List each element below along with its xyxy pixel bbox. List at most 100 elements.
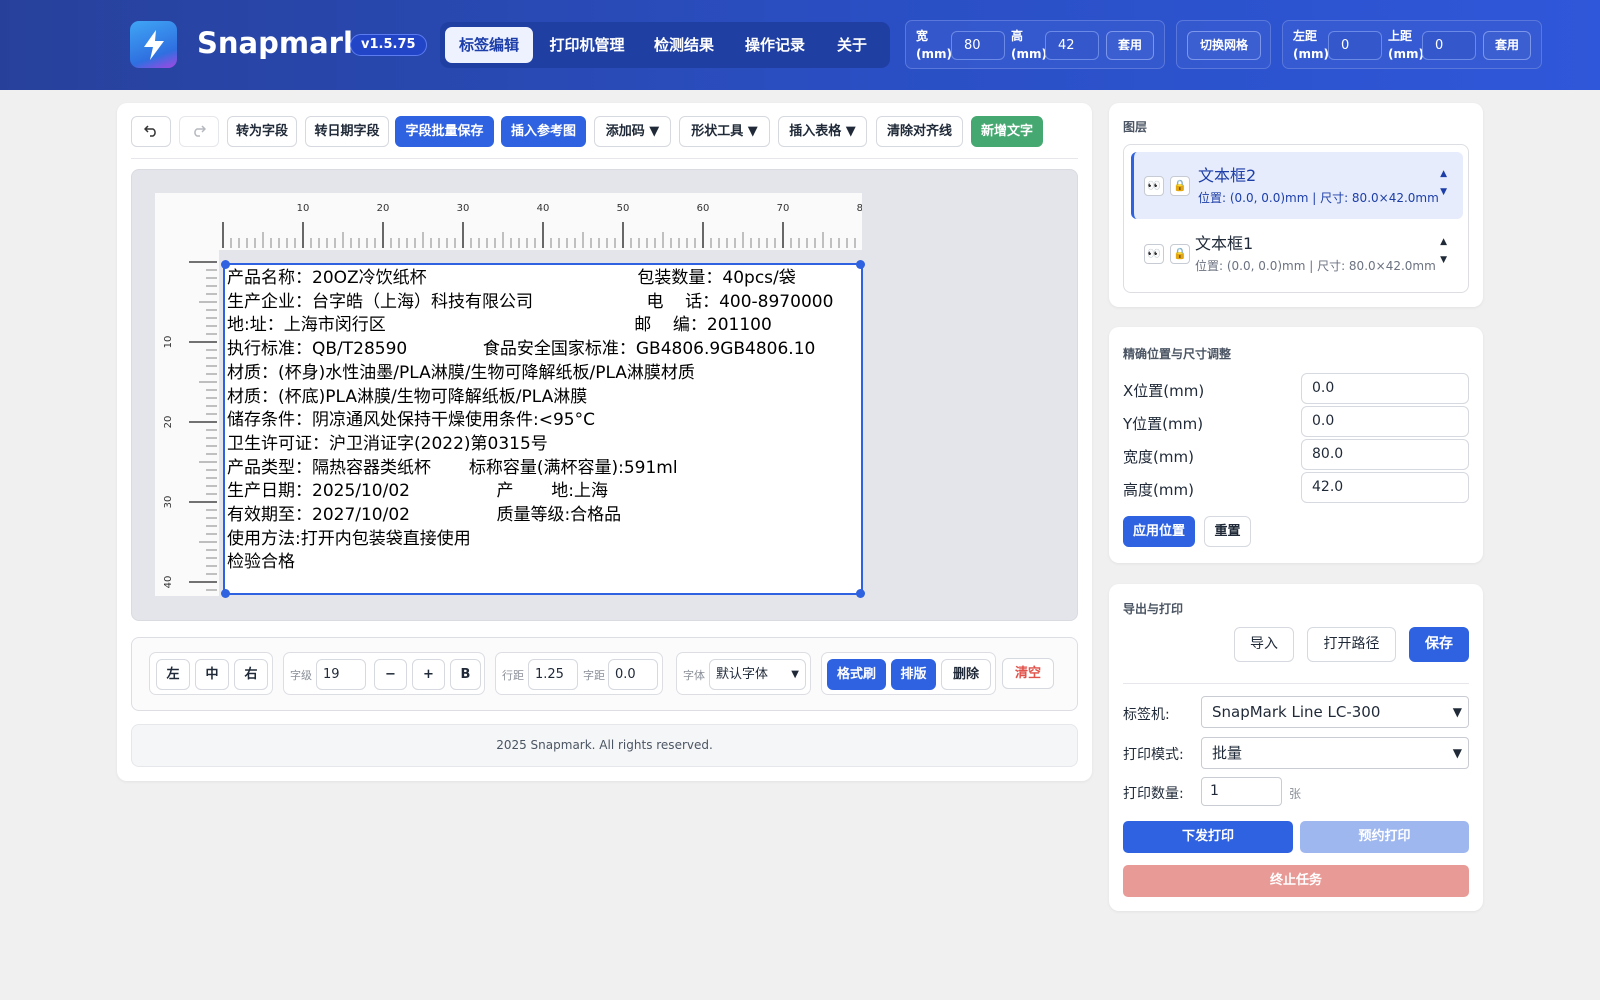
batch-save-fields-button[interactable]: 字段批量保存 [395, 116, 494, 147]
visibility-eye-icon[interactable]: 👀 [1144, 176, 1164, 196]
y-position-label: Y位置(mm) [1123, 415, 1204, 433]
left-margin-label: 左距 [1293, 29, 1318, 43]
toolbar-divider [131, 158, 1078, 159]
undo-icon [143, 125, 156, 137]
resize-handle-bottom-left[interactable] [221, 589, 230, 598]
convert-to-field-button[interactable]: 转为字段 [227, 116, 297, 147]
y-position-input[interactable]: 0.0 [1301, 406, 1469, 437]
tab-operation-log[interactable]: 操作记录 [731, 27, 819, 63]
top-margin-unit: (mm) [1388, 47, 1424, 61]
redo-button[interactable] [179, 116, 219, 147]
align-left-button[interactable]: 左 [156, 659, 190, 690]
shape-tool-dropdown[interactable]: 形状工具 ▼ [679, 116, 770, 147]
layer-item-selected[interactable]: 👀 🔒 文本框2 位置: (0.0, 0.0)mm | 尺寸: 80.0×42.… [1131, 152, 1463, 219]
convert-to-date-field-button[interactable]: 转日期字段 [305, 116, 389, 147]
resize-handle-top-right[interactable] [856, 260, 865, 269]
open-path-button[interactable]: 打开路径 [1307, 627, 1396, 662]
left-margin-input[interactable]: 0 [1328, 31, 1382, 60]
layer-item[interactable]: 👀 🔒 文本框1 位置: (0.0, 0.0)mm | 尺寸: 80.0×42.… [1131, 220, 1463, 287]
apply-position-button[interactable]: 应用位置 [1123, 516, 1195, 547]
label-text-line: 有效期至：2027/10/02 质量等级:合格品 [227, 505, 622, 525]
clear-button[interactable]: 清空 [1002, 658, 1054, 689]
lock-icon[interactable]: 🔒 [1170, 176, 1190, 196]
font-size-input[interactable]: 19 [316, 659, 366, 690]
top-margin-input[interactable]: 0 [1422, 31, 1476, 60]
layer-name: 文本框2 [1198, 166, 1257, 185]
font-family-group: 字体 默认字体 ▼ [676, 652, 811, 695]
print-mode-value: 批量 [1212, 744, 1243, 762]
add-code-dropdown[interactable]: 添加码 ▼ [594, 116, 671, 147]
decrease-size-button[interactable]: − [374, 659, 407, 690]
tab-label-editor[interactable]: 标签编辑 [445, 27, 533, 63]
move-up-icon[interactable]: ▲ [1440, 237, 1447, 247]
height-mm-input[interactable]: 42.0 [1301, 472, 1469, 503]
undo-button[interactable] [131, 116, 171, 147]
insert-reference-image-button[interactable]: 插入参考图 [501, 116, 586, 147]
top-margin-label: 上距 [1388, 29, 1413, 43]
ruler-label: 40 [537, 203, 550, 214]
tab-about[interactable]: 关于 [822, 27, 882, 63]
label-text-line: 产品名称：20OZ冷饮纸杯 包装数量：40pcs/袋 [227, 268, 796, 288]
align-center-button[interactable]: 中 [195, 659, 229, 690]
resize-handle-bottom-right[interactable] [856, 589, 865, 598]
tab-printer-management[interactable]: 打印机管理 [537, 27, 637, 63]
export-title: 导出与打印 [1123, 602, 1184, 616]
label-text-line: 储存条件：阴凉通风处保持干燥使用条件:<95°C [227, 410, 595, 431]
resize-handle-top-left[interactable] [221, 260, 230, 269]
printer-label: 标签机: [1123, 707, 1170, 723]
left-margin-unit: (mm) [1293, 47, 1329, 61]
print-mode-select[interactable]: 批量 ▼ [1201, 737, 1469, 769]
delete-button[interactable]: 删除 [941, 659, 991, 690]
layout-button[interactable]: 排版 [891, 659, 936, 690]
move-down-icon[interactable]: ▼ [1440, 255, 1447, 265]
label-width-input[interactable]: 80 [951, 31, 1005, 60]
app-name: Snapmark [197, 26, 363, 60]
width-unit: (mm) [916, 47, 952, 61]
label-height-input[interactable]: 42 [1045, 31, 1099, 60]
label-canvas[interactable]: 产品名称：20OZ冷饮纸杯 包装数量：40pcs/袋生产企业：台字皓（上海）科技… [223, 263, 863, 595]
clear-guides-button[interactable]: 清除对齐线 [876, 116, 963, 147]
width-mm-input[interactable]: 80.0 [1301, 439, 1469, 470]
align-right-button[interactable]: 右 [234, 659, 268, 690]
schedule-print-button[interactable]: 预约打印 [1300, 821, 1469, 853]
position-title: 精确位置与尺寸调整 [1123, 347, 1232, 361]
apply-size-button[interactable]: 套用 [1106, 31, 1154, 60]
tab-inspection-results[interactable]: 检测结果 [640, 27, 728, 63]
print-count-input[interactable]: 1 [1201, 777, 1282, 806]
font-family-value: 默认字体 [716, 667, 769, 682]
x-position-input[interactable]: 0.0 [1301, 373, 1469, 404]
increase-size-button[interactable]: + [412, 659, 445, 690]
reset-position-button[interactable]: 重置 [1204, 516, 1251, 547]
layer-meta: 位置: (0.0, 0.0)mm | 尺寸: 80.0×42.0mm [1198, 191, 1439, 205]
action-group: 格式刷 排版 删除 [821, 652, 996, 695]
send-print-button[interactable]: 下发打印 [1123, 821, 1293, 853]
font-family-select[interactable]: 默认字体 ▼ [709, 659, 806, 690]
footer-copyright: 2025 Snapmark. All rights reserved. [131, 724, 1078, 767]
x-position-label: X位置(mm) [1123, 382, 1205, 400]
import-button[interactable]: 导入 [1234, 627, 1294, 662]
save-button[interactable]: 保存 [1409, 627, 1469, 662]
label-text-line: 地:址：上海市闵行区 邮 编：201100 [227, 315, 772, 336]
label-text-line: 卫生许可证：沪卫消证字(2022)第0315号 [227, 433, 548, 454]
line-height-input[interactable]: 1.25 [528, 659, 578, 690]
visibility-eye-icon[interactable]: 👀 [1144, 244, 1164, 264]
ruler-label: 30 [457, 203, 470, 214]
bold-button[interactable]: B [450, 659, 481, 690]
printer-select[interactable]: SnapMark Line LC-300 ▼ [1201, 696, 1469, 728]
add-text-button[interactable]: 新增文字 [971, 116, 1043, 147]
letter-spacing-input[interactable]: 0.0 [608, 659, 658, 690]
layer-name: 文本框1 [1195, 234, 1254, 253]
apply-margins-button[interactable]: 套用 [1483, 31, 1531, 60]
label-text-line: 生产企业：台字皓（上海）科技有限公司 电 话：400-8970000 [227, 291, 834, 312]
chevron-down-icon: ▼ [1452, 746, 1462, 760]
stop-task-button[interactable]: 终止任务 [1123, 865, 1469, 897]
font-size-group: 字级 19 − + B [283, 652, 485, 695]
label-text-line: 执行标准：QB/T28590 食品安全国家标准：GB4806.9GB4806.1… [227, 339, 816, 360]
format-brush-button[interactable]: 格式刷 [827, 659, 886, 690]
lock-icon[interactable]: 🔒 [1170, 244, 1190, 264]
insert-table-dropdown[interactable]: 插入表格 ▼ [778, 116, 867, 147]
move-down-icon[interactable]: ▼ [1440, 187, 1447, 197]
toggle-grid-button[interactable]: 切换网格 [1187, 31, 1261, 60]
move-up-icon[interactable]: ▲ [1440, 169, 1447, 179]
ruler-label: 20 [377, 203, 390, 214]
